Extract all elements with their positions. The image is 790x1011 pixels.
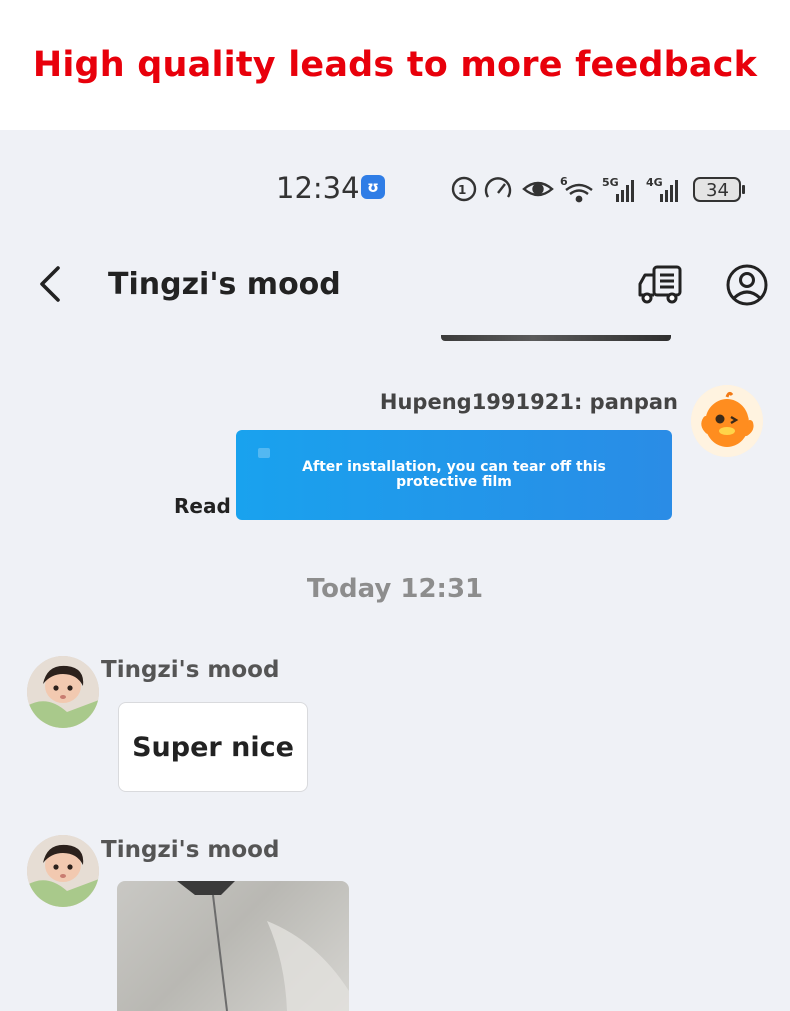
hd-call-icon: 1 [451, 176, 477, 202]
status-icons-group: 1 6 5G 4G 34 [451, 175, 745, 203]
svg-text:1: 1 [458, 183, 466, 197]
photo-content [177, 881, 349, 1011]
banner-text: High quality leads to more feedback [32, 45, 758, 85]
network-label-4g: 4G [646, 176, 663, 189]
chat-title: Tingzi's mood [108, 267, 341, 302]
battery-icon: 34 [693, 177, 745, 202]
sent-sender-name: Hupeng1991921: panpan [379, 390, 678, 414]
delivery-truck-icon[interactable] [636, 262, 686, 308]
baby-avatar-image [27, 656, 99, 728]
status-bar: 12:34 ʊ 1 6 5G 4G 34 [0, 168, 790, 210]
network-label-5g: 5G [602, 176, 619, 189]
network-label-6: 6 [560, 175, 568, 188]
baby-avatar-image [27, 835, 99, 907]
status-time: 12:34 [276, 171, 360, 205]
wifi-icon [565, 183, 593, 203]
promo-banner: High quality leads to more feedback [0, 0, 790, 130]
mascot-avatar-image [691, 385, 763, 457]
previous-image-message[interactable] [441, 335, 671, 341]
avatar[interactable] [691, 385, 763, 457]
chevron-left-icon[interactable] [32, 262, 72, 306]
received-sender-name: Tingzi's mood [101, 657, 280, 683]
date-separator: Today 12:31 [306, 574, 484, 604]
shield-badge-icon: ʊ [361, 175, 385, 199]
signal-4g-icon [660, 180, 678, 202]
user-profile-icon[interactable] [724, 262, 770, 308]
received-message-text: Super nice [132, 731, 294, 763]
chat-header: Tingzi's mood [0, 250, 790, 326]
battery-level: 34 [706, 180, 729, 201]
sent-message-text: After installation, you can tear off thi… [302, 459, 606, 490]
sent-message-bubble[interactable]: After installation, you can tear off thi… [236, 430, 672, 520]
speedometer-icon [484, 177, 512, 198]
received-image-message[interactable] [117, 881, 349, 1011]
received-message-bubble[interactable]: Super nice [118, 702, 308, 792]
eye-icon [522, 181, 554, 197]
avatar[interactable] [27, 835, 99, 907]
bubble-thumbnail-icon [258, 448, 270, 458]
read-status: Read [174, 494, 231, 518]
signal-5g-icon [616, 180, 634, 202]
received-sender-name: Tingzi's mood [101, 837, 280, 863]
avatar[interactable] [27, 656, 99, 728]
